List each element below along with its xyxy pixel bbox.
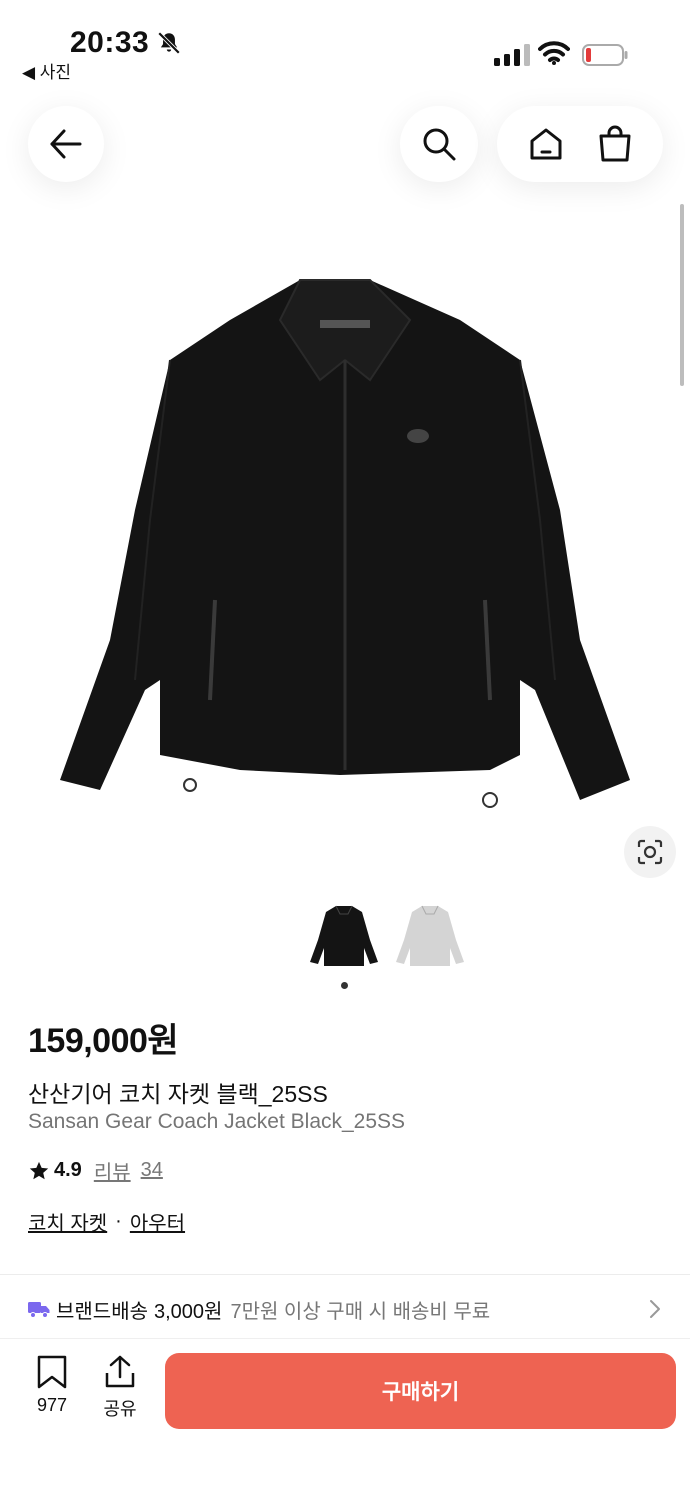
- bookmark-icon: [37, 1355, 67, 1389]
- cart-button[interactable]: [595, 124, 635, 164]
- buy-button[interactable]: 구매하기: [165, 1353, 676, 1429]
- scroll-indicator[interactable]: [680, 204, 684, 386]
- bottom-action-bar: 977 공유 구매하기: [0, 1338, 690, 1500]
- star-icon: [29, 1161, 49, 1179]
- lens-scan-icon: [637, 839, 663, 865]
- home-icon: [530, 128, 561, 160]
- product-price: 159,000원: [28, 1022, 179, 1060]
- shipping-fee: 3,000원: [154, 1300, 223, 1323]
- shipping-note: 7만원 이상 구매 시 배송비 무료: [230, 1300, 491, 1323]
- share-icon: [105, 1355, 135, 1388]
- status-bar: 20:33 ◀ 사진: [0, 0, 690, 90]
- back-to-app-link[interactable]: ◀ 사진: [22, 58, 71, 83]
- bookmark-count: 977: [36, 1395, 68, 1415]
- gallery-page-indicator: [341, 982, 348, 989]
- back-button[interactable]: [28, 106, 104, 182]
- rating-score: 4.9: [54, 1159, 82, 1181]
- category-link-outer[interactable]: 아우터: [130, 1207, 185, 1236]
- section-divider: [0, 1274, 690, 1275]
- review-count[interactable]: 34: [141, 1159, 163, 1182]
- cell-signal-icon: [494, 44, 530, 66]
- product-name-korean: 산산기어 코치 자켓 블랙_25SS: [28, 1081, 328, 1107]
- search-button[interactable]: [400, 106, 478, 182]
- home-cart-group: [497, 106, 663, 182]
- truck-icon: [28, 1302, 50, 1318]
- thumbnail-gray[interactable]: [392, 900, 468, 976]
- product-name-english: Sansan Gear Coach Jacket Black_25SS: [28, 1110, 406, 1133]
- chevron-right-icon: [650, 1300, 660, 1318]
- status-time: 20:33: [70, 26, 150, 59]
- rating-row: 4.9 리뷰 34: [28, 1156, 163, 1185]
- thumbnail-black[interactable]: [306, 900, 382, 976]
- shipping-label: 브랜드배송: [56, 1300, 148, 1323]
- review-link[interactable]: 리뷰: [94, 1156, 131, 1185]
- image-search-button[interactable]: [624, 826, 676, 878]
- battery-icon: [582, 44, 628, 66]
- bell-muted-icon: [157, 31, 181, 55]
- category-separator: ·: [115, 1210, 122, 1232]
- bookmark-button[interactable]: 977: [30, 1355, 74, 1425]
- share-label: 공유: [103, 1399, 137, 1419]
- shopping-bag-icon: [599, 125, 630, 162]
- product-image[interactable]: [40, 260, 650, 820]
- arrow-left-icon: [50, 129, 82, 159]
- share-button[interactable]: 공유: [98, 1355, 142, 1425]
- category-breadcrumb: 코치 자켓 · 아우터: [28, 1207, 185, 1236]
- home-button[interactable]: [526, 124, 566, 164]
- shipping-info-row[interactable]: 브랜드배송 3,000원 7만원 이상 구매 시 배송비 무료: [0, 1284, 690, 1334]
- category-link-coach-jacket[interactable]: 코치 자켓: [28, 1207, 107, 1236]
- wifi-icon: [538, 41, 570, 65]
- search-icon: [423, 128, 456, 161]
